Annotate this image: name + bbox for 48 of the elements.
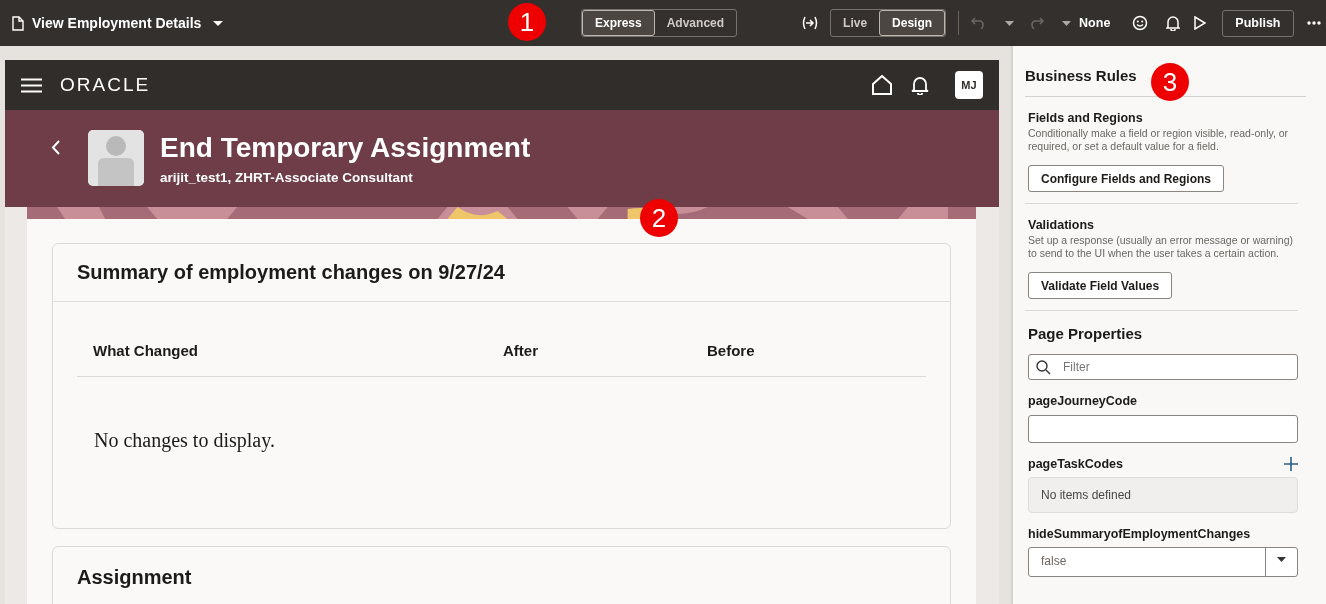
logo: ORACLE [60,74,151,96]
more-icon[interactable] [1306,21,1321,25]
caret-icon[interactable] [1005,20,1015,26]
toggle-option[interactable]: Express [582,10,655,36]
section-heading: Assignment [76,565,193,590]
property-label: pageJourneyCode [1028,394,1139,408]
play-icon[interactable] [1194,16,1207,30]
search-icon [1036,360,1051,375]
variable-icon[interactable] [802,16,819,30]
notifications-icon[interactable] [911,75,929,95]
caret-icon[interactable] [213,20,224,26]
person-silhouette-icon [88,130,144,186]
column-header: After [503,342,539,359]
section-title: Fields and Regions [1028,111,1144,125]
action-button[interactable]: Validate Field Values [1028,272,1173,299]
page-subtitle: arijit_test1, ZHRT-Associate Consultant [160,170,414,185]
section-description: Conditionally make a field or region visible, read-only, or required, or set a default value for a field. [1028,127,1290,153]
section-description: Set up a response (usually an error message or warning) to send to the UI when the user takes a certain action. [1028,234,1294,260]
panel-heading: Page Properties [1028,325,1144,342]
select-field[interactable]: false [1028,547,1298,577]
toggle-option[interactable]: Live [831,10,880,36]
caret-icon[interactable] [1062,20,1072,26]
column-header: Before [707,342,756,359]
menu-icon[interactable] [21,77,42,93]
section-title: Validations [1028,218,1095,232]
section-heading: Summary of employment changes on 9/27/24 [53,244,950,302]
add-icon[interactable] [1284,457,1298,471]
document-icon [12,15,24,31]
empty-message: No changes to display. [93,428,276,454]
user-avatar[interactable]: MJ [955,71,983,99]
column-header: What Changed [93,342,199,359]
property-label: hideSummaryofEmploymentChanges [1028,527,1252,541]
property-label: pageTaskCodes [1028,457,1123,471]
smiley-icon[interactable] [1132,15,1149,31]
filter-field[interactable]: Filter [1028,354,1298,380]
action-button[interactable]: Configure Fields and Regions [1028,165,1224,192]
home-icon[interactable] [871,75,893,95]
publish-button[interactable]: Publish [1222,9,1294,37]
caret-icon [1277,557,1286,562]
notifications-icon[interactable] [1166,15,1181,31]
input-field[interactable] [1028,415,1298,443]
page-heading: End Temporary Assignment [160,132,531,164]
toggle-option[interactable]: Design [879,10,946,36]
page-title: View Employment Details [32,15,202,31]
theme-label[interactable]: None [1079,16,1111,30]
toggle-option[interactable]: Advanced [654,10,737,36]
back-icon[interactable] [51,140,60,155]
empty-list: No items defined [1028,477,1298,513]
